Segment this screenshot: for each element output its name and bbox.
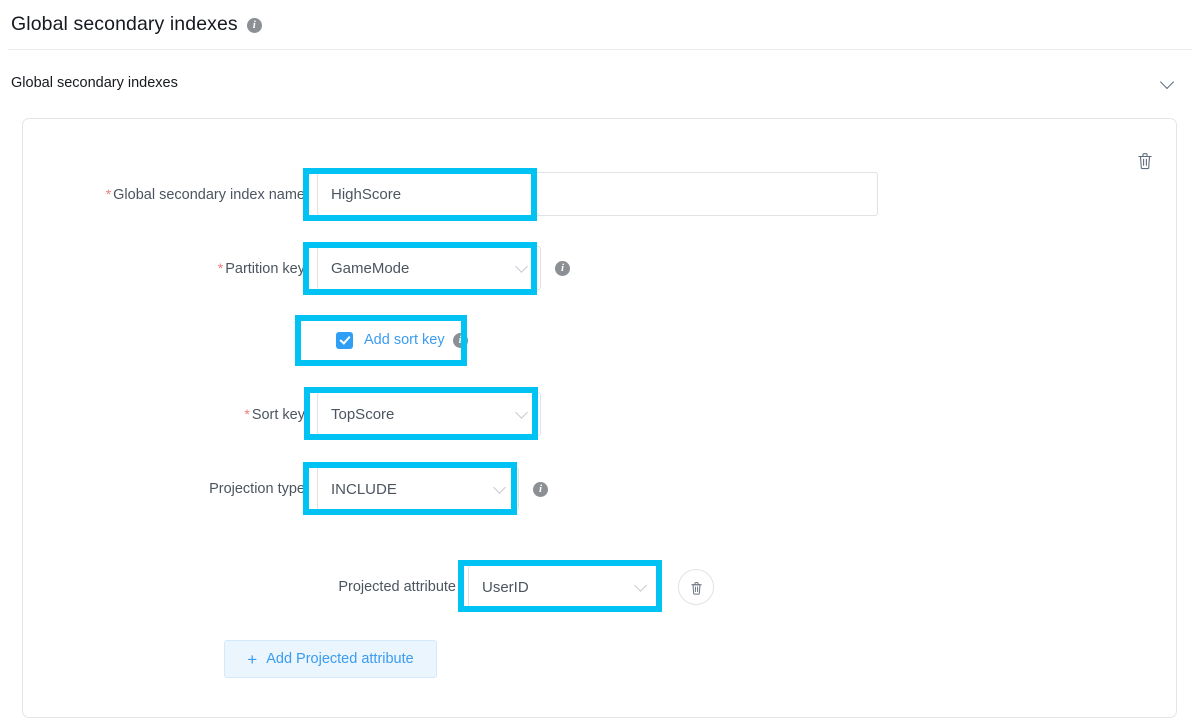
- trash-icon: [1138, 153, 1152, 170]
- page-title: Global secondary indexes: [11, 13, 238, 35]
- required-marker: *: [105, 185, 112, 202]
- field-row-projection-type: Projection type INCLUDE i: [23, 467, 548, 511]
- chevron-down-icon: [634, 580, 648, 594]
- add-projected-attribute-button[interactable]: + Add Projected attribute: [224, 640, 437, 678]
- field-row-sort-key: * Sort key TopScore: [23, 392, 541, 436]
- index-card: *Global secondary index name *Partition …: [22, 118, 1177, 718]
- field-row-add-sort-key: Add sort key i: [317, 324, 468, 356]
- projection-type-value: INCLUDE: [331, 480, 397, 498]
- partition-key-select[interactable]: GameMode: [317, 246, 541, 290]
- projected-attribute-label: Projected attribute: [338, 579, 456, 595]
- page-header: Global secondary indexes i: [0, 0, 1200, 49]
- info-icon[interactable]: i: [452, 332, 468, 348]
- info-icon[interactable]: i: [555, 260, 570, 276]
- add-projected-attribute-label: Add Projected attribute: [266, 651, 414, 667]
- plus-icon: +: [247, 649, 258, 669]
- add-sort-key-label[interactable]: Add sort key: [364, 332, 445, 348]
- chevron-down-icon: [515, 261, 529, 275]
- sort-key-select[interactable]: TopScore: [317, 392, 541, 436]
- index-name-label: * Global secondary index name: [105, 185, 305, 203]
- field-row-partition-key: * Partition key GameMode i: [23, 246, 570, 290]
- sort-key-value: TopScore: [331, 405, 395, 423]
- required-marker: *: [217, 259, 224, 276]
- sort-key-label: * Sort key: [244, 405, 305, 423]
- chevron-down-icon: [515, 407, 529, 421]
- add-sort-key-checkbox[interactable]: [336, 331, 353, 349]
- info-icon[interactable]: i: [533, 481, 548, 497]
- projected-attribute-select[interactable]: UserID: [468, 565, 660, 609]
- required-marker: *: [244, 405, 250, 422]
- delete-projected-attribute-button[interactable]: [678, 569, 714, 605]
- partition-key-label: * Partition key: [217, 259, 305, 277]
- field-row-projected-attribute: Projected attribute UserID: [23, 565, 714, 609]
- projection-type-select[interactable]: INCLUDE: [317, 467, 519, 511]
- chevron-down-icon: [493, 482, 507, 496]
- partition-key-value: GameMode: [331, 259, 410, 277]
- projection-type-label: Projection type: [209, 481, 305, 497]
- section-header: Global secondary indexes: [0, 50, 1200, 116]
- trash-icon: [690, 581, 702, 595]
- projected-attribute-value: UserID: [482, 578, 529, 596]
- delete-index-button[interactable]: [1134, 149, 1156, 171]
- info-icon[interactable]: i: [246, 18, 262, 33]
- chevron-down-icon[interactable]: [1159, 74, 1177, 92]
- index-name-input[interactable]: [317, 172, 878, 216]
- field-row-index-name: * Global secondary index name: [23, 172, 878, 216]
- section-title: Global secondary indexes: [11, 75, 178, 91]
